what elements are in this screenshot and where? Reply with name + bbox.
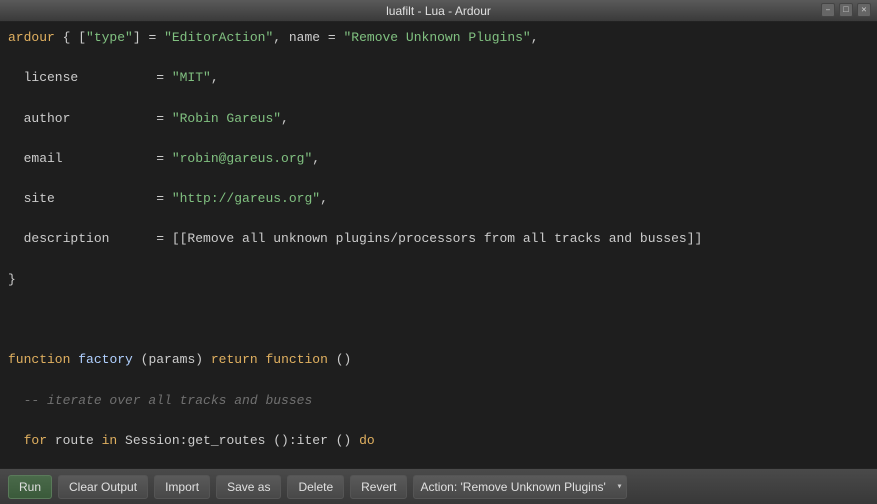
import-button[interactable]: Import bbox=[154, 475, 210, 499]
action-select-wrapper[interactable]: Action: 'Remove Unknown Plugins' bbox=[413, 475, 627, 499]
minimize-button[interactable]: – bbox=[821, 3, 835, 17]
window-title: luafilt - Lua - Ardour bbox=[386, 4, 491, 18]
toolbar: Run Clear Output Import Save as Delete R… bbox=[0, 468, 877, 504]
save-as-button[interactable]: Save as bbox=[216, 475, 281, 499]
revert-button[interactable]: Revert bbox=[350, 475, 407, 499]
maximize-button[interactable]: □ bbox=[839, 3, 853, 17]
delete-button[interactable]: Delete bbox=[287, 475, 344, 499]
titlebar: luafilt - Lua - Ardour – □ ✕ bbox=[0, 0, 877, 22]
code-editor[interactable]: ardour { ["type"] = "EditorAction", name… bbox=[0, 22, 877, 468]
code-content: ardour { ["type"] = "EditorAction", name… bbox=[0, 26, 877, 468]
clear-output-button[interactable]: Clear Output bbox=[58, 475, 148, 499]
close-button[interactable]: ✕ bbox=[857, 3, 871, 17]
window-controls[interactable]: – □ ✕ bbox=[821, 3, 871, 17]
action-select[interactable]: Action: 'Remove Unknown Plugins' bbox=[413, 475, 627, 499]
run-button[interactable]: Run bbox=[8, 475, 52, 499]
